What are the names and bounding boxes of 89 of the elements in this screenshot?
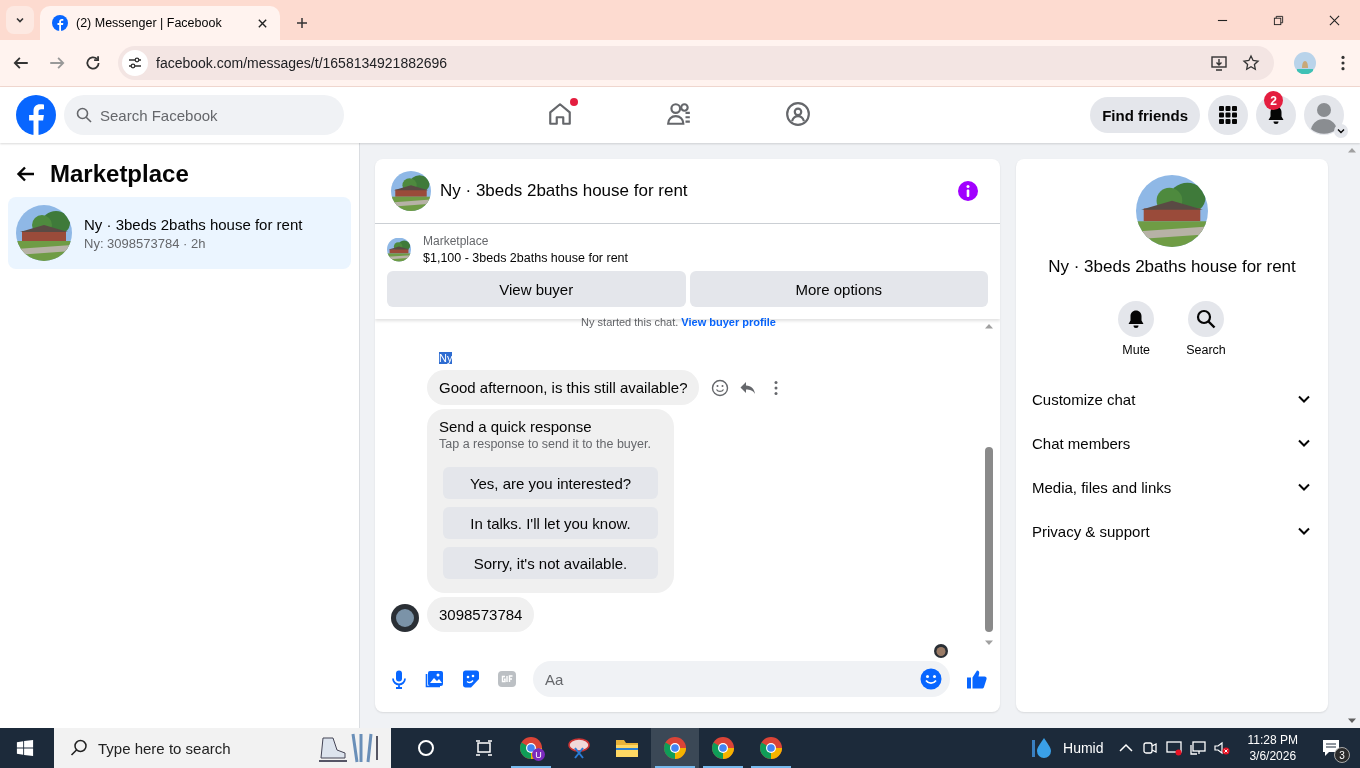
chat-title: Ny · 3beds 2baths house for rent <box>440 181 688 201</box>
facebook-logo-icon[interactable] <box>16 95 56 135</box>
action-button[interactable]: View buyer <box>387 271 686 307</box>
sticker-icon[interactable] <box>461 669 481 689</box>
scroll-down-icon[interactable] <box>984 640 994 646</box>
notification-count: 3 <box>1334 747 1350 763</box>
back-arrow-icon[interactable] <box>16 164 36 184</box>
install-app-icon[interactable] <box>1210 54 1228 72</box>
weather-label[interactable]: Humid <box>1063 740 1104 756</box>
search-icon <box>1196 309 1216 329</box>
listing-source: Marketplace <box>423 234 490 248</box>
mute-button[interactable] <box>1118 301 1155 337</box>
thumbs-up-icon[interactable] <box>966 668 988 690</box>
clock-time[interactable]: 11:28 PM <box>1247 732 1298 748</box>
clock-date[interactable]: 3/6/2026 <box>1249 748 1297 764</box>
scrollbar-thumb[interactable] <box>985 447 993 632</box>
facebook-logo-icon <box>52 15 68 31</box>
listing-title: $1,100 - 3beds 2baths house for rent <box>423 251 628 265</box>
scroll-down-icon[interactable] <box>1346 718 1357 724</box>
people-icon <box>666 100 692 127</box>
notifications-button[interactable] <box>1256 95 1296 135</box>
restore-icon[interactable] <box>1273 15 1284 26</box>
task-view-icon[interactable] <box>474 738 494 758</box>
photo-icon[interactable] <box>425 669 445 689</box>
conversation-item[interactable]: Ny · 3beds 2baths house for rent Ny: 3098573784 · 2h <box>8 197 351 269</box>
action-label: Search <box>1186 343 1226 357</box>
quick-reply-button[interactable]: Sorry, it's not available. <box>443 547 658 579</box>
message-bubble: Good afternoon, is this still available? <box>427 370 700 405</box>
emoji-icon[interactable] <box>920 668 942 690</box>
avatar-icon <box>1304 95 1344 135</box>
chrome-icon <box>663 736 687 760</box>
find-friends-button[interactable]: Find friends <box>1090 97 1200 133</box>
unread-dot <box>570 98 578 106</box>
new-tab-icon[interactable] <box>296 17 308 29</box>
avatar-icon <box>391 604 419 632</box>
screen-icon[interactable] <box>1165 740 1182 756</box>
menu-button[interactable] <box>1208 95 1248 135</box>
section-header[interactable]: Privacy & support <box>1032 509 1312 553</box>
action-label: Mute <box>1122 343 1151 357</box>
info-icon[interactable] <box>956 179 980 203</box>
quick-response-hint: Tap a response to send it to the buyer. <box>439 437 651 451</box>
close-icon[interactable] <box>257 17 268 29</box>
search-button[interactable] <box>1188 301 1224 337</box>
conversation-title: Ny · 3beds 2baths house for rent <box>84 215 303 233</box>
taskbar-search-field[interactable]: Type here to search <box>54 728 391 768</box>
message-field[interactable]: Aa <box>533 661 950 697</box>
search-field[interactable]: Search Facebook <box>64 95 344 135</box>
reload-icon[interactable] <box>84 54 102 72</box>
search-icon <box>76 107 92 123</box>
section-header[interactable]: Chat members <box>1032 421 1312 465</box>
chat-name: Ny · 3beds 2baths house for rent <box>1048 257 1296 277</box>
scroll-up-icon[interactable] <box>984 323 994 329</box>
camera-icon[interactable] <box>1141 740 1158 756</box>
windows-start-icon[interactable] <box>16 739 34 757</box>
site-settings-icon[interactable] <box>122 50 148 76</box>
seen-avatar-icon <box>934 644 948 658</box>
chat-notice: Ny started this chat. View buyer profile <box>580 316 777 328</box>
sender-name: Ny <box>439 352 453 364</box>
message-bubble: 3098573784 <box>427 597 535 632</box>
section-header[interactable]: Customize chat <box>1032 377 1312 421</box>
action-button[interactable]: More options <box>689 271 988 307</box>
conversation-preview: Ny: 3098573784 · 2h <box>84 235 207 251</box>
message-icon <box>1321 738 1341 758</box>
page-title: Marketplace <box>50 160 189 188</box>
quick-response-title: Send a quick response <box>439 418 592 435</box>
scissors-icon <box>567 736 591 760</box>
address-bar[interactable]: facebook.com/messages/t/1658134921882696 <box>118 46 1274 80</box>
react-icon[interactable] <box>711 378 730 397</box>
chrome-button[interactable] <box>651 728 699 768</box>
cortana-icon[interactable] <box>416 738 436 758</box>
microphone-icon[interactable] <box>389 669 409 689</box>
home-icon <box>547 100 573 127</box>
search-icon <box>70 739 88 757</box>
chrome-icon <box>759 736 783 760</box>
chrome-button[interactable]: U <box>507 728 555 768</box>
volume-muted-icon[interactable] <box>1213 740 1230 756</box>
quick-reply-button[interactable]: Yes, are you interested? <box>443 467 658 499</box>
buyer-profile-link[interactable]: View buyer profile <box>681 316 776 328</box>
quick-reply-button[interactable]: In talks. I'll let you know. <box>443 507 658 539</box>
group-icon <box>785 100 811 127</box>
section-header[interactable]: Media, files and links <box>1032 465 1312 509</box>
bookmark-star-icon[interactable] <box>1242 54 1260 72</box>
caret-icon <box>1334 124 1348 138</box>
browser-tab[interactable]: (2) Messenger | Facebook <box>40 6 280 40</box>
grid-icon <box>1218 105 1238 125</box>
profile-badge: U <box>532 748 545 761</box>
close-icon[interactable] <box>1329 15 1340 26</box>
chrome-icon <box>711 736 735 760</box>
network-icon[interactable] <box>1189 740 1206 756</box>
